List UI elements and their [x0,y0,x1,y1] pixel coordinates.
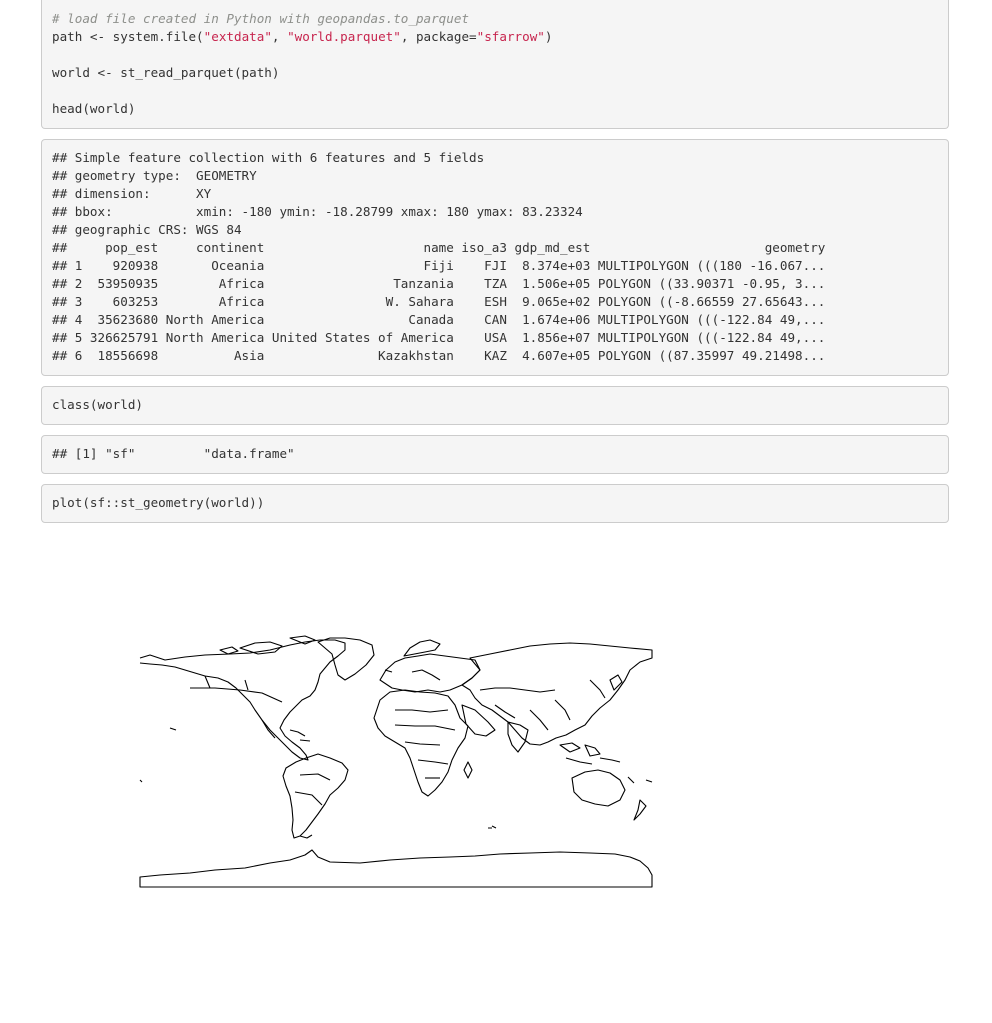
output-table-row: ## 4 35623680 North America Canada CAN 1… [52,312,826,327]
code-block-class: class(world) [41,386,949,425]
output-line: ## dimension: XY [52,186,212,201]
output-table-header: ## pop_est continent name iso_a3 gdp_md_… [52,240,826,255]
output-block-class: ## [1] "sf" "data.frame" [41,435,949,474]
output-table-row: ## 6 18556698 Asia Kazakhstan KAZ 4.607e… [52,348,826,363]
africa-shape [373,689,469,797]
output-table-row: ## 5 326625791 North America United Stat… [52,330,826,345]
australia-shape [571,769,626,807]
india-shape [507,721,529,753]
output-table-row: ## 1 920938 Oceania Fiji FJI 8.374e+03 M… [52,258,826,273]
asia-shape [461,642,653,746]
antarctica-shape [139,849,653,888]
output-line: ## geographic CRS: WGS 84 [52,222,242,237]
south-america-shape [282,753,349,839]
output-line: ## [1] "sf" "data.frame" [52,446,295,461]
output-line: ## Simple feature collection with 6 feat… [52,150,485,165]
code-block-read-parquet: # load file created in Python with geopa… [41,0,949,129]
output-table-row: ## 3 603253 Africa W. Sahara ESH 9.065e+… [52,294,826,309]
string-literal: "extdata" [203,29,272,44]
world-map-icon [139,635,653,888]
code-line-class: class(world) [52,397,143,412]
code-comment: # load file created in Python with geopa… [52,11,470,26]
code-line-path: path <- system.file("extdata", "world.pa… [52,29,553,44]
string-literal: "world.parquet" [287,29,401,44]
code-block-plot: plot(sf::st_geometry(world)) [41,484,949,523]
output-line: ## geometry type: GEOMETRY [52,168,257,183]
output-block-head: ## Simple feature collection with 6 feat… [41,139,949,376]
code-line-head: head(world) [52,101,136,116]
greenland-shape [317,637,375,681]
output-line: ## bbox: xmin: -180 ymin: -18.28799 xmax… [52,204,583,219]
code-line-read: world <- st_read_parquet(path) [52,65,280,80]
code-line-plot: plot(sf::st_geometry(world)) [52,495,265,510]
string-literal: "sfarrow" [476,29,545,44]
output-table-row: ## 2 53950935 Africa Tanzania TZA 1.506e… [52,276,826,291]
north-america-shape [139,639,346,761]
